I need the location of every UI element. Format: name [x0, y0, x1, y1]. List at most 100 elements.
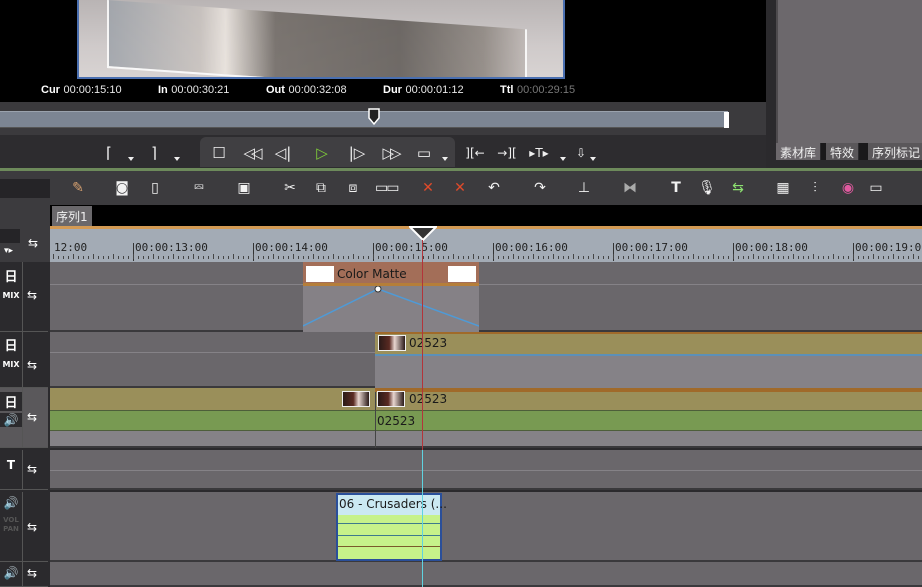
loop-icon[interactable]: ▭ — [413, 143, 435, 163]
ruler-minor-tick — [643, 256, 644, 259]
sync-icon[interactable]: ⇆ — [27, 520, 37, 534]
insert-icon[interactable]: ][← — [464, 143, 486, 163]
sync-icon[interactable]: ⇆ — [28, 236, 38, 250]
title-track-icon[interactable]: T — [0, 458, 22, 472]
copy-icon[interactable]: ⧉ — [311, 178, 331, 198]
transition-icon[interactable]: ⧓ — [620, 178, 640, 198]
step-forward-icon[interactable]: |▷ — [346, 143, 368, 163]
ruler-minor-tick — [118, 256, 119, 259]
ruler-minor-tick — [283, 256, 284, 259]
scrub-handle[interactable] — [368, 108, 380, 126]
undo-icon[interactable]: ↶ — [484, 178, 504, 198]
zoom-field[interactable] — [0, 229, 20, 243]
sync-icon[interactable]: ⇆ — [27, 410, 37, 424]
tab-library[interactable]: 素材库 — [776, 143, 822, 160]
expand-icon[interactable]: ▾▸ — [4, 246, 13, 256]
ruler-header: ▾▸ ⇆ — [0, 226, 50, 262]
ruler-minor-tick — [168, 256, 169, 259]
rewind-icon[interactable]: ◁◁ — [240, 143, 262, 163]
set-in-icon[interactable]: ⌈ — [98, 143, 120, 163]
ruler-minor-tick — [313, 254, 314, 259]
ruler-minor-tick — [778, 256, 779, 259]
color-icon[interactable]: ◉ — [838, 178, 858, 198]
new-icon[interactable]: ▯ — [145, 178, 165, 198]
ruler-minor-tick — [828, 256, 829, 259]
sync-icon[interactable]: ⇆ — [27, 288, 37, 302]
color-matte-clip[interactable]: Color Matte — [303, 262, 479, 332]
redo-icon[interactable]: ↷ — [530, 178, 550, 198]
scrub-bar[interactable] — [0, 111, 728, 128]
cut-icon[interactable]: ✂ — [280, 178, 300, 198]
ruler-label: 12:00 — [54, 241, 88, 254]
speaker-icon[interactable]: 🔊 — [0, 496, 22, 510]
ruler-minor-tick — [58, 256, 59, 259]
tab-effects[interactable]: 特效 — [826, 143, 860, 160]
mode-switch-icon[interactable]: ▭▭ — [375, 178, 399, 198]
stop-icon[interactable]: ☐ — [208, 143, 230, 163]
split-icon[interactable]: ▸T▸ — [528, 143, 550, 163]
speaker-icon[interactable]: 🔊 — [0, 566, 22, 580]
video-track-icon[interactable]: 日 — [0, 392, 22, 411]
ruler-label: 00:00:18:00 — [735, 241, 808, 254]
sync-icon[interactable]: ⇆ — [27, 462, 37, 476]
sequence-tab[interactable]: 序列1 — [52, 206, 92, 226]
set-in-dropdown[interactable] — [128, 157, 134, 161]
mixer-icon[interactable]: ⫶ — [805, 178, 825, 198]
video-track-icon[interactable]: 日 — [0, 266, 22, 285]
track-5: 06 - Crusaders (... — [50, 492, 922, 562]
ruler-minor-tick — [728, 256, 729, 259]
split-dropdown[interactable] — [560, 157, 566, 161]
export-icon[interactable]: ⇩ — [570, 143, 592, 163]
sync-icon[interactable]: ⇆ — [27, 566, 37, 580]
export-dropdown[interactable] — [590, 157, 596, 161]
set-out-icon[interactable]: ⌉ — [143, 143, 165, 163]
ruler-minor-tick — [683, 256, 684, 259]
opacity-rubberband[interactable] — [303, 286, 479, 330]
fast-forward-icon[interactable]: ▷▷ — [379, 143, 401, 163]
ruler-minor-tick — [528, 256, 529, 259]
step-back-icon[interactable]: ◁| — [272, 143, 294, 163]
playhead-marker[interactable] — [409, 226, 437, 242]
mode-icon[interactable]: ✎ — [68, 178, 88, 198]
mic-icon[interactable]: 🎙 — [697, 178, 717, 198]
tab-sequence-markers[interactable]: 序列标记 — [868, 143, 922, 160]
ruler-minor-tick — [773, 254, 774, 259]
paste-icon[interactable]: ⧈ — [343, 178, 363, 198]
clip-label[interactable]: 02523 — [377, 414, 415, 428]
clip-label[interactable]: 02523 — [409, 392, 447, 406]
audio-clip[interactable]: 06 - Crusaders (... — [336, 493, 447, 561]
delete-ripple-icon[interactable]: ✕ — [418, 178, 438, 198]
set-out-dropdown[interactable] — [174, 157, 180, 161]
playhead-line[interactable] — [422, 240, 423, 450]
overwrite-icon[interactable]: →][ — [496, 143, 518, 163]
title-icon[interactable]: T — [666, 178, 686, 198]
track-4 — [50, 450, 922, 490]
sync-icon[interactable]: ⇆ — [27, 358, 37, 372]
delete-icon[interactable]: ✕ — [450, 178, 470, 198]
layout-icon[interactable]: ▭ — [866, 178, 886, 198]
snapshot-icon[interactable]: ◙ — [112, 178, 132, 198]
grid-icon[interactable]: ▦ — [773, 178, 793, 198]
video-track-icon[interactable]: 日 — [0, 335, 22, 354]
save-icon[interactable]: ▣ — [234, 178, 254, 198]
track-3: 02523 02523 — [50, 388, 922, 448]
ruler-minor-tick — [628, 256, 629, 259]
render-icon[interactable]: ⇆ — [728, 178, 748, 198]
vol-pan-label: VOL PAN — [3, 516, 19, 533]
ruler-minor-tick — [863, 256, 864, 259]
timeline-ruler[interactable]: 12:00 00:00:13:00 00:00:14:00 00:00:15:00 00… — [50, 226, 922, 262]
ruler-minor-tick — [78, 256, 79, 259]
ruler-minor-tick — [508, 256, 509, 259]
razor-icon[interactable]: ⊥ — [574, 178, 594, 198]
ruler-minor-tick — [603, 256, 604, 259]
ruler-minor-tick — [428, 256, 429, 259]
video-clip-1[interactable]: 02523 — [375, 332, 922, 388]
ruler-minor-tick — [443, 256, 444, 259]
open-icon[interactable]: ⮹ — [189, 178, 209, 198]
loop-dropdown[interactable] — [442, 157, 448, 161]
ruler-minor-tick — [418, 256, 419, 259]
speaker-icon[interactable]: 🔊 — [0, 413, 22, 427]
ruler-minor-tick — [258, 256, 259, 259]
ruler-minor-tick — [488, 256, 489, 259]
play-icon[interactable]: ▷ — [311, 143, 333, 163]
